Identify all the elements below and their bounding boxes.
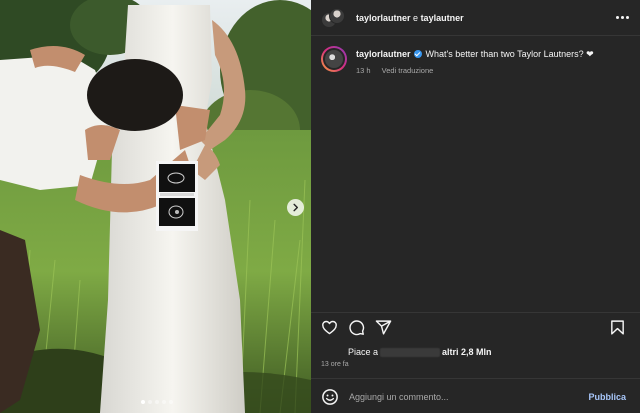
post-caption: taylorlautner What's better than two Tay… <box>321 46 631 75</box>
avatar[interactable] <box>321 46 347 72</box>
see-translation-link[interactable]: Vedi traduzione <box>382 66 434 75</box>
comment-input[interactable] <box>349 392 589 402</box>
post-header: taylorlautner e taylautner <box>311 0 640 36</box>
heart-icon <box>322 320 337 335</box>
instagram-post: taylorlautner e taylautner taylorlautner… <box>0 0 640 413</box>
carousel-indicator <box>141 400 173 404</box>
like-button[interactable] <box>321 319 338 336</box>
publish-button[interactable]: Pubblica <box>588 392 626 402</box>
carousel-dot <box>148 400 152 404</box>
comment-composer: Pubblica <box>321 386 631 408</box>
divider <box>311 312 640 313</box>
divider <box>311 378 640 379</box>
carousel-dot <box>155 400 159 404</box>
caption-text: What's better than two Taylor Lautners? … <box>425 49 594 59</box>
carousel-dot <box>141 400 145 404</box>
carousel-next-button[interactable] <box>287 199 304 216</box>
username-link[interactable]: taylorlautner <box>356 13 411 23</box>
username-link[interactable]: taylautner <box>421 13 464 23</box>
post-details-panel: taylorlautner e taylautner taylorlautner… <box>311 0 640 413</box>
share-button[interactable] <box>375 319 392 336</box>
blurred-username <box>380 347 441 357</box>
chevron-right-icon <box>293 203 299 212</box>
verified-badge-icon <box>414 50 423 58</box>
carousel-dot <box>169 400 173 404</box>
action-bar <box>321 319 631 337</box>
post-photo <box>0 0 311 413</box>
caption-username[interactable]: taylorlautner <box>356 49 411 59</box>
likes-summary[interactable]: Piace a altri 2,8 Mln <box>348 347 492 357</box>
likes-count[interactable]: altri 2,8 Mln <box>442 347 492 357</box>
likes-prefix: Piace a <box>348 347 379 357</box>
post-timestamp: 13 ore fa <box>321 361 349 368</box>
emoji-icon <box>322 389 338 405</box>
comment-button[interactable] <box>348 319 365 336</box>
collab-avatars[interactable] <box>321 7 345 28</box>
emoji-button[interactable] <box>321 388 339 406</box>
collab-usernames: taylorlautner e taylautner <box>356 13 464 23</box>
send-icon <box>375 320 392 335</box>
comment-icon <box>349 320 365 336</box>
caption-timestamp: 13 h <box>356 66 371 75</box>
username-joiner: e <box>413 12 419 23</box>
avatar <box>329 7 345 24</box>
bookmark-icon <box>611 320 624 335</box>
save-button[interactable] <box>609 319 626 336</box>
carousel-dot <box>162 400 166 404</box>
pregnancy-photo-image <box>0 0 311 413</box>
more-horizontal-icon[interactable] <box>614 10 630 24</box>
